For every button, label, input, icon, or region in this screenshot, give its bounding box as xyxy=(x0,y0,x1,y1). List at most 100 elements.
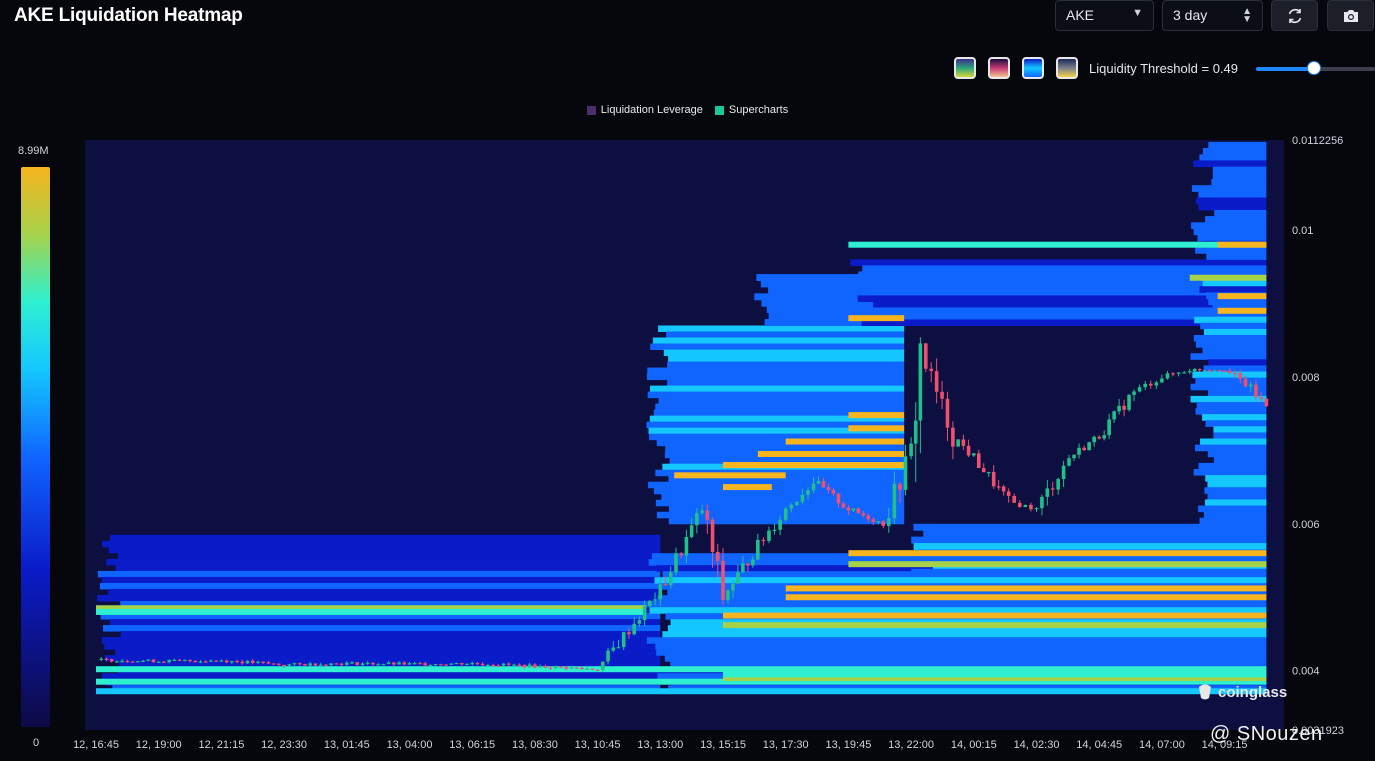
candle-body xyxy=(381,664,386,666)
candle-body xyxy=(151,659,156,663)
heatmap-cell xyxy=(655,403,905,411)
candle-body xyxy=(449,663,454,665)
candle-body xyxy=(934,371,939,392)
candle-body xyxy=(986,472,991,474)
heatmap-cell xyxy=(862,265,1267,272)
candle-body xyxy=(1012,495,1017,503)
candle-body xyxy=(1034,508,1039,510)
heatmap-cell xyxy=(1207,450,1267,458)
candle-body xyxy=(1023,504,1028,508)
heatmap-cell xyxy=(646,373,905,381)
candle-body xyxy=(1207,370,1212,372)
candle-body xyxy=(360,663,365,665)
candle-body xyxy=(115,661,119,663)
candle-body xyxy=(606,650,610,662)
candle-body xyxy=(841,503,846,508)
candle-body xyxy=(392,662,396,665)
candle-body xyxy=(821,481,826,488)
x-tick-label: 13, 13:00 xyxy=(637,739,683,751)
candle-body xyxy=(277,663,281,665)
x-tick-label: 12, 16:45 xyxy=(73,739,119,751)
candle-body xyxy=(559,666,563,668)
heatmap-cell xyxy=(1214,209,1267,217)
candle-body xyxy=(538,665,542,668)
candle-body xyxy=(266,662,271,664)
candle-body xyxy=(940,391,944,399)
candle-body xyxy=(1029,504,1033,510)
heatmap-cell xyxy=(662,631,1267,638)
candle-body xyxy=(663,584,668,586)
candle-body xyxy=(721,560,725,600)
candle-body xyxy=(898,483,902,490)
candle-body xyxy=(1087,442,1091,451)
liquidation-band xyxy=(96,688,1267,695)
candle-body xyxy=(851,508,856,511)
heatmap-cell xyxy=(1200,438,1267,446)
heatmap-cell xyxy=(668,355,905,363)
candle-body xyxy=(1050,488,1055,490)
candle-body xyxy=(621,632,626,648)
candle-body xyxy=(887,518,891,526)
heatmap-cell xyxy=(654,577,1267,584)
heatmap-cell xyxy=(104,655,661,662)
candle-body xyxy=(465,663,469,666)
candle-body xyxy=(1228,370,1232,374)
heatmap-cell xyxy=(1199,154,1267,161)
candle-body xyxy=(1122,405,1126,410)
heatmap-cell xyxy=(1212,166,1267,174)
candle-body xyxy=(1072,454,1076,459)
candle-body xyxy=(1165,373,1170,379)
heatmap-cell xyxy=(1195,197,1267,205)
heatmap-cell xyxy=(1207,481,1267,488)
candle-body xyxy=(976,453,981,469)
candle-body xyxy=(407,663,412,665)
candle-body xyxy=(705,510,710,520)
liquidation-band xyxy=(848,412,905,419)
heatmap-cell xyxy=(850,259,1267,266)
candle-body xyxy=(1254,384,1258,398)
x-tick-label: 12, 23:30 xyxy=(261,739,307,751)
candle-body xyxy=(219,660,224,662)
candle-body xyxy=(308,663,313,666)
candle-body xyxy=(339,663,344,665)
x-tick-label: 14, 00:15 xyxy=(951,739,997,751)
candle-body xyxy=(856,508,861,514)
heatmap-cell xyxy=(115,649,661,656)
candle-body xyxy=(996,486,1001,488)
candle-body xyxy=(501,663,506,666)
heatmap-cell xyxy=(652,601,1267,608)
liquidation-band xyxy=(848,561,1267,568)
heatmap-cell xyxy=(1208,298,1267,306)
heatmap-cell xyxy=(663,349,905,357)
heatmap-cell xyxy=(106,558,661,566)
candle-body xyxy=(689,525,694,537)
heatmap-chart[interactable]: 12, 16:45 12, 19:00 12, 21:15 12, 23:30 13, … xyxy=(0,0,1375,761)
heatmap-cell xyxy=(1193,468,1267,476)
candle-body xyxy=(1171,373,1175,375)
candle-body xyxy=(1259,397,1263,399)
candle-body xyxy=(816,481,821,484)
heatmap-cell xyxy=(1193,334,1267,342)
liquidation-band xyxy=(1217,241,1267,248)
x-tick-label: 14, 04:45 xyxy=(1076,739,1122,751)
y-tick-label: 0.0112256 xyxy=(1292,135,1343,147)
liquidation-band xyxy=(785,585,1267,592)
heatmap-cell xyxy=(667,361,905,369)
candle-body xyxy=(475,663,480,665)
heatmap-cell xyxy=(1202,347,1267,354)
heatmap-cell xyxy=(110,534,661,542)
candle-body xyxy=(1187,371,1192,373)
candle-body xyxy=(292,663,297,665)
candle-body xyxy=(287,664,292,666)
candle-body xyxy=(512,664,516,666)
liquidation-band xyxy=(785,438,905,445)
candle-body xyxy=(1176,372,1181,374)
candle-body xyxy=(1160,378,1164,383)
candle-body xyxy=(1006,491,1011,496)
candle-body xyxy=(580,667,584,670)
candle-body xyxy=(1001,486,1006,492)
candle-body xyxy=(156,661,161,663)
candle-body xyxy=(731,583,735,591)
candle-body xyxy=(951,427,955,447)
heatmap-cell xyxy=(102,540,661,548)
